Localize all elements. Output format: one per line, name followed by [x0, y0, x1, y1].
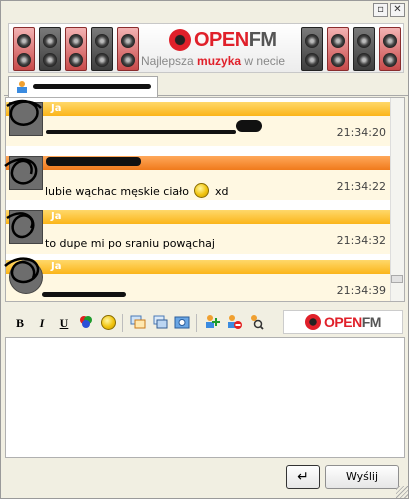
bold-button[interactable]: B — [11, 314, 29, 332]
color-button[interactable] — [77, 314, 95, 332]
vertical-scrollbar[interactable] — [390, 98, 404, 301]
enter-icon: ↵ — [297, 469, 309, 485]
redaction-scribble — [33, 84, 151, 89]
toolbar-separator — [122, 314, 123, 332]
message-time: 21:34:39 — [336, 284, 386, 297]
scrollbar-thumb[interactable] — [391, 275, 403, 283]
redaction-scribble — [236, 120, 262, 132]
tab-conversation[interactable] — [8, 76, 158, 97]
openfm-logo-icon — [169, 29, 191, 51]
smile-icon — [194, 183, 210, 198]
message-header: Ja — [6, 260, 392, 274]
color-palette-icon — [80, 316, 92, 328]
speaker-icon — [379, 27, 401, 71]
message-body: to dupe mi po sraniu powąchaj 21:34:32 — [6, 224, 392, 254]
chat-message: lubie wąchac męskie ciało xd 21:34:22 — [6, 156, 392, 200]
logo-text-open: OPEN — [194, 28, 249, 51]
speaker-icon — [13, 27, 35, 71]
logo-text-fm: FM — [248, 28, 277, 51]
conversation-tabs — [4, 74, 408, 97]
emoticon-button[interactable] — [99, 314, 117, 332]
chat-message: Ja 21:34:20 — [6, 102, 392, 146]
speaker-icon — [65, 27, 87, 71]
file-icon — [153, 315, 168, 329]
underline-button[interactable]: U — [55, 314, 73, 332]
message-header: Ja — [6, 102, 392, 116]
speaker-icon — [327, 27, 349, 71]
openfm-toolbar-logo[interactable]: OPENFM — [283, 310, 403, 334]
bottom-bar: ↵ Wyślij — [5, 459, 405, 495]
speaker-icon — [39, 27, 61, 71]
openfm-banner[interactable]: OPENFM Najlepsza muzyka w necie — [8, 23, 404, 73]
add-user-icon — [206, 315, 220, 328]
close-icon: ✕ — [393, 4, 402, 15]
avatar — [9, 102, 43, 136]
banner-tagline: Najlepsza muzyka w necie — [141, 54, 286, 68]
camera-icon — [174, 316, 190, 329]
chat-message: Ja 21:34:39 — [6, 260, 392, 301]
message-text: to dupe mi po sraniu powąchaj — [45, 237, 215, 250]
logo-text-open: OPEN — [324, 314, 362, 330]
send-file-button[interactable] — [151, 314, 169, 332]
redaction-scribble — [42, 292, 126, 297]
message-input[interactable] — [5, 337, 405, 458]
send-button[interactable]: Wyślij — [325, 465, 399, 489]
restore-icon: ▫ — [377, 4, 384, 15]
message-body: 21:34:39 — [6, 274, 392, 301]
speaker-icon — [117, 27, 139, 71]
openfm-logo-icon — [305, 314, 322, 330]
close-button[interactable]: ✕ — [390, 3, 405, 17]
restore-button[interactable]: ▫ — [373, 3, 388, 17]
redaction-scribble — [46, 130, 236, 134]
enter-sends-toggle[interactable]: ↵ — [286, 465, 320, 489]
speaker-icon — [301, 27, 323, 71]
smile-icon — [101, 315, 116, 330]
format-toolbar: B I U OPENFM — [5, 308, 405, 336]
message-body: lubie wąchac męskie ciało xd 21:34:22 — [6, 170, 392, 200]
message-time: 21:34:32 — [336, 234, 386, 247]
redaction-scribble — [46, 157, 141, 166]
speaker-icon — [91, 27, 113, 71]
speaker-icon — [353, 27, 375, 71]
logo-text-fm: FM — [361, 314, 382, 330]
message-time: 21:34:20 — [336, 126, 386, 139]
picture-icon — [130, 315, 146, 329]
send-picture-button[interactable] — [129, 314, 147, 332]
block-user-icon — [228, 315, 242, 329]
message-history[interactable]: Ja 21:34:20 lubie wąchac męskie ciało xd… — [5, 97, 405, 302]
chat-window: ▫ ✕ OPENFM Najlepsza muzyka w necie Ja 2… — [0, 0, 409, 499]
block-contact-button[interactable] — [225, 314, 243, 332]
message-header: Ja — [6, 210, 392, 224]
avatar — [9, 156, 43, 190]
message-text: lubie wąchac męskie ciało xd — [45, 183, 229, 198]
avatar — [9, 210, 43, 244]
avatar — [9, 260, 43, 294]
contact-icon — [17, 81, 27, 93]
message-time: 21:34:22 — [336, 180, 386, 193]
chat-message: Ja to dupe mi po sraniu powąchaj 21:34:3… — [6, 210, 392, 254]
screenshot-button[interactable] — [173, 314, 191, 332]
add-contact-button[interactable] — [203, 314, 221, 332]
italic-button[interactable]: I — [33, 314, 51, 332]
toolbar-separator — [196, 314, 197, 332]
resize-grip[interactable] — [396, 486, 408, 498]
message-body: 21:34:20 — [6, 116, 392, 146]
search-contact-button[interactable] — [247, 314, 265, 332]
search-user-icon — [251, 315, 264, 330]
openfm-logo: OPENFM — [169, 28, 277, 52]
